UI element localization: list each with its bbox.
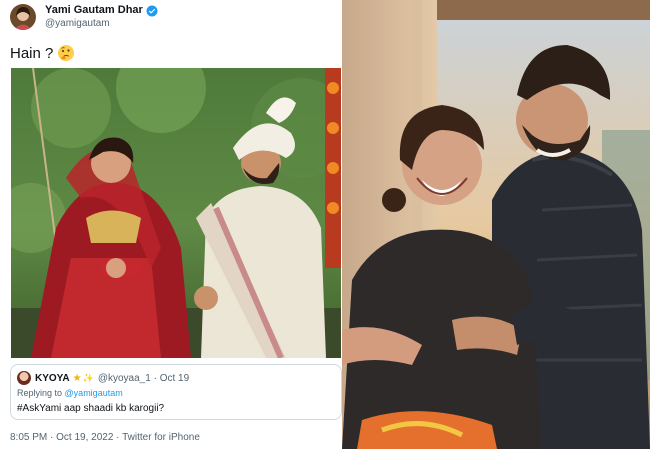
- quoted-date[interactable]: Oct 19: [160, 373, 189, 384]
- couple-laughing-photo[interactable]: [342, 0, 650, 449]
- quoted-avatar[interactable]: [17, 371, 31, 385]
- quoted-tweet-header: KYOYA ★ ✨ @kyoyaa_1 · Oct 19: [17, 371, 189, 385]
- quoted-name[interactable]: KYOYA: [35, 373, 70, 384]
- replying-to-prefix: Replying to: [17, 388, 63, 398]
- star-icon: ★: [72, 372, 82, 384]
- replying-to-handle[interactable]: @yamigautam: [65, 388, 123, 398]
- avatar[interactable]: [10, 4, 36, 30]
- tweet-text-body: Hain ?: [10, 44, 54, 62]
- quoted-handle[interactable]: @kyoyaa_1: [98, 373, 151, 384]
- author-display-name[interactable]: Yami Gautam Dhar: [45, 4, 143, 17]
- replying-to: Replying to @yamigautam: [17, 388, 123, 398]
- quoted-date-sep: · Oct 19: [151, 372, 190, 384]
- wedding-photo[interactable]: [11, 68, 341, 358]
- tweet-card: Yami Gautam Dhar @yamigautam Hain ? KYOY…: [0, 0, 342, 449]
- tweet-author[interactable]: Yami Gautam Dhar @yamigautam: [10, 4, 158, 30]
- tweet-text: Hain ?: [10, 44, 75, 62]
- tweet-timestamp[interactable]: 8:05 PM · Oct 19, 2022 · Twitter for iPh…: [10, 432, 200, 443]
- author-handle[interactable]: @yamigautam: [45, 17, 158, 30]
- thinking-face-icon: [58, 45, 75, 61]
- quoted-text: #AskYami aap shaadi kb karogii?: [17, 403, 165, 414]
- separator: ·: [153, 372, 157, 384]
- emoji-icon: ✨: [82, 372, 94, 383]
- verified-badge-icon: [146, 5, 158, 16]
- quoted-tweet[interactable]: KYOYA ★ ✨ @kyoyaa_1 · Oct 19 Replying to…: [10, 364, 342, 420]
